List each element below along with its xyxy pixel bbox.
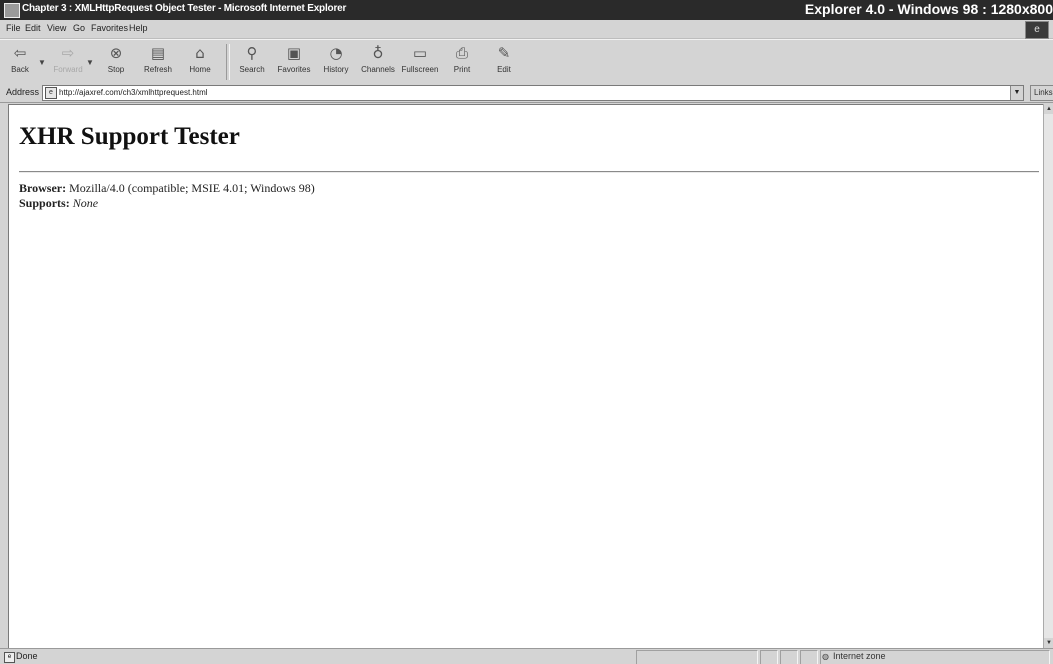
menu-file[interactable]: File bbox=[6, 23, 21, 33]
toolbar-separator bbox=[226, 44, 230, 80]
printer-icon: ⎙ bbox=[455, 44, 468, 62]
scroll-up-icon[interactable]: ▲ bbox=[1044, 104, 1053, 114]
menu-favorites[interactable]: Favorites bbox=[91, 23, 128, 33]
fullscreen-button[interactable]: ▭ Fullscreen bbox=[400, 42, 440, 82]
page-icon: e bbox=[45, 87, 57, 99]
favorites-folder-icon: ▣ bbox=[286, 44, 302, 62]
edit-icon: ✎ bbox=[497, 44, 511, 62]
address-dropdown-icon[interactable]: ▼ bbox=[1010, 86, 1023, 100]
back-dropdown-icon[interactable]: ▼ bbox=[38, 58, 46, 67]
channels-icon: ♁ bbox=[372, 44, 384, 62]
back-arrow-icon: ⇦ bbox=[13, 44, 27, 62]
forward-button[interactable]: ⇨ Forward bbox=[48, 42, 88, 82]
scroll-down-icon[interactable]: ▼ bbox=[1044, 638, 1053, 648]
channels-button[interactable]: ♁ Channels bbox=[358, 42, 398, 82]
refresh-button[interactable]: ▤ Refresh bbox=[138, 42, 178, 82]
forward-dropdown-icon[interactable]: ▼ bbox=[86, 58, 94, 67]
address-url[interactable]: http://ajaxref.com/ch3/xmlhttprequest.ht… bbox=[59, 88, 208, 97]
fullscreen-icon: ▭ bbox=[412, 44, 428, 62]
status-bar: e Done ◍ Internet zone bbox=[0, 648, 1053, 664]
edit-button[interactable]: ✎ Edit bbox=[484, 42, 524, 82]
title-bar: Chapter 3 : XMLHttpRequest Object Tester… bbox=[0, 0, 1053, 20]
status-panel bbox=[636, 650, 758, 664]
horizontal-rule bbox=[19, 171, 1039, 173]
vertical-scrollbar[interactable]: ▲ ▼ bbox=[1043, 104, 1053, 648]
browser-info: Browser: Mozilla/4.0 (compatible; MSIE 4… bbox=[19, 181, 315, 196]
refresh-icon: ▤ bbox=[150, 44, 166, 62]
status-page-icon: e bbox=[4, 652, 15, 663]
menu-go[interactable]: Go bbox=[73, 23, 85, 33]
home-icon: ⌂ bbox=[195, 44, 205, 62]
back-button[interactable]: ⇦ Back bbox=[0, 42, 40, 82]
address-bar: Address e http://ajaxref.com/ch3/xmlhttp… bbox=[0, 84, 1053, 103]
menu-bar: File Edit View Go Favorites Help e bbox=[0, 20, 1053, 39]
ie-logo-throbber: e bbox=[1025, 21, 1049, 39]
address-label: Address bbox=[6, 87, 40, 97]
stop-icon: ⊗ bbox=[109, 44, 123, 62]
zone-text: Internet zone bbox=[833, 651, 886, 661]
menu-view[interactable]: View bbox=[47, 23, 66, 33]
stop-button[interactable]: ⊗ Stop bbox=[96, 42, 136, 82]
status-panel bbox=[780, 650, 798, 664]
menu-help[interactable]: Help bbox=[129, 23, 148, 33]
links-button[interactable]: Links bbox=[1030, 85, 1053, 101]
search-button[interactable]: ⚲ Search bbox=[232, 42, 272, 82]
page-content: XHR Support Tester Browser: Mozilla/4.0 … bbox=[8, 104, 1043, 649]
browser-value: Mozilla/4.0 (compatible; MSIE 4.01; Wind… bbox=[69, 181, 315, 195]
search-icon: ⚲ bbox=[246, 44, 258, 62]
status-text: Done bbox=[16, 651, 38, 661]
menu-edit[interactable]: Edit bbox=[25, 23, 41, 33]
supports-info: Supports: None bbox=[19, 196, 98, 211]
address-input[interactable]: e http://ajaxref.com/ch3/xmlhttprequest.… bbox=[42, 85, 1024, 101]
status-panel bbox=[760, 650, 778, 664]
status-panel bbox=[800, 650, 818, 664]
overlay-caption: Explorer 4.0 - Windows 98 : 1280x800 bbox=[804, 1, 1053, 17]
globe-icon: ◍ bbox=[822, 652, 829, 661]
supports-value: None bbox=[72, 196, 99, 210]
print-button[interactable]: ⎙ Print bbox=[442, 42, 482, 82]
standard-toolbar: ⇦ Back ▼ ⇨ Forward ▼ ⊗ Stop ▤ Refresh ⌂ … bbox=[0, 39, 1053, 85]
forward-arrow-icon: ⇨ bbox=[61, 44, 75, 62]
ie-app-icon[interactable] bbox=[4, 3, 20, 18]
history-button[interactable]: ◔ History bbox=[316, 42, 356, 82]
page-heading: XHR Support Tester bbox=[19, 123, 240, 150]
browser-window: Chapter 3 : XMLHttpRequest Object Tester… bbox=[0, 0, 1053, 664]
window-title: Chapter 3 : XMLHttpRequest Object Tester… bbox=[22, 3, 347, 14]
favorites-button[interactable]: ▣ Favorites bbox=[274, 42, 314, 82]
home-button[interactable]: ⌂ Home bbox=[180, 42, 220, 82]
supports-label: Supports: bbox=[19, 196, 70, 210]
browser-label: Browser: bbox=[19, 181, 67, 195]
history-icon: ◔ bbox=[329, 44, 343, 62]
